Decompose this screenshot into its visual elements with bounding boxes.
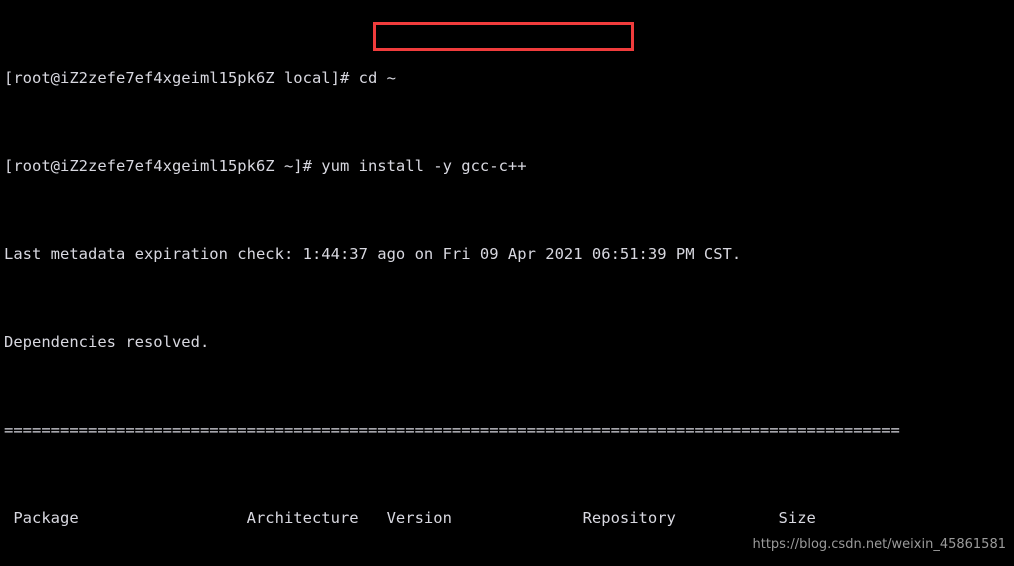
command-yum-install: yum install -y gcc-c++ [321,157,527,175]
watermark-url: https://blog.csdn.net/weixin_45861581 [752,537,1006,552]
dependencies-resolved-line: Dependencies resolved. [4,333,210,351]
terminal-line-prompt-cd: [root@iZ2zefe7ef4xgeiml15pk6Z local]# cd… [4,67,1014,89]
separator-equals-top: ========================================… [4,421,900,439]
terminal-output: [root@iZ2zefe7ef4xgeiml15pk6Z local]# cd… [4,1,1014,566]
metadata-expiration-line: Last metadata expiration check: 1:44:37 … [4,245,742,263]
package-table-header: Package Architecture Version Repository … [4,509,816,527]
command-cd: cd ~ [358,69,396,87]
shell-prompt: [root@iZ2zefe7ef4xgeiml15pk6Z local]# [4,69,359,87]
terminal-line-prompt-yum: [root@iZ2zefe7ef4xgeiml15pk6Z ~]# yum in… [4,155,1014,177]
shell-prompt: [root@iZ2zefe7ef4xgeiml15pk6Z ~]# [4,157,322,175]
terminal-window[interactable]: [root@iZ2zefe7ef4xgeiml15pk6Z local]# cd… [0,0,1014,566]
